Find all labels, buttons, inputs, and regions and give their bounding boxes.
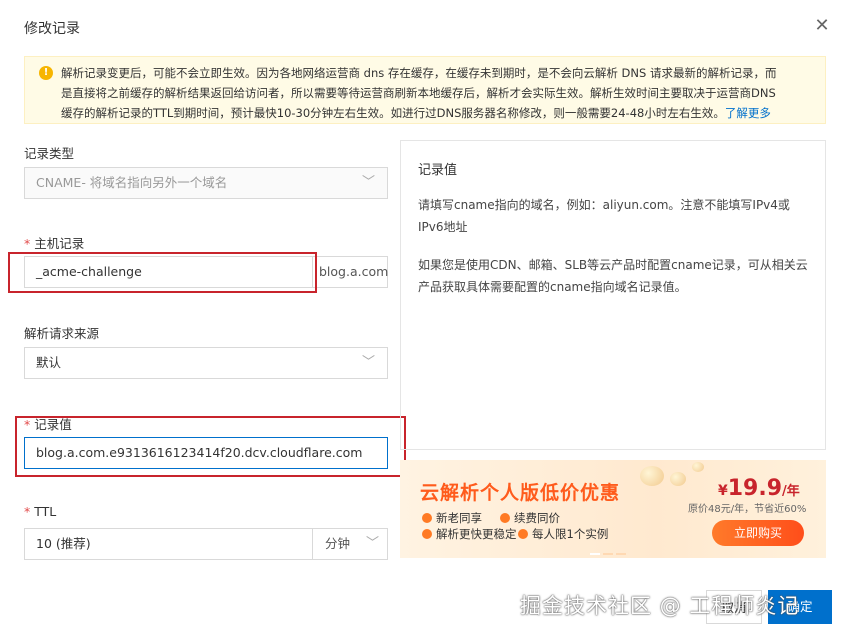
source-value: 默认 — [36, 355, 62, 370]
buy-now-button[interactable]: 立即购买 — [712, 520, 804, 546]
notice-line-2: 是直接将之前缓存的解析结果返回给访问者，所以需要等待运营商刷新本地缓存后，解析才… — [61, 86, 776, 100]
record-type-value: CNAME- 将域名指向另外一个域名 — [36, 175, 228, 190]
required-mark: * — [24, 236, 31, 251]
notice-line-1: 解析记录变更后，可能不会立即生效。因为各地网络运营商 dns 存在缓存，在缓存未… — [61, 66, 777, 80]
dialog-title: 修改记录 — [24, 21, 80, 37]
ttl-value: 10 (推荐) — [36, 536, 91, 551]
promo-feature: 每人限1个实例 — [518, 526, 608, 542]
carousel-dots[interactable] — [590, 544, 626, 558]
check-icon — [422, 513, 432, 523]
source-label: 解析请求来源 — [24, 326, 100, 341]
help-paragraph-2: 如果您是使用CDN、邮箱、SLB等云产品时配置cname记录，可从相关云产品获取… — [418, 258, 808, 294]
watermark: 掘金技术社区 @ 工程师炎记 — [520, 594, 800, 618]
source-select[interactable]: 默认 ﹀ — [24, 347, 388, 379]
help-panel: 记录值 请填写cname指向的域名，例如：aliyun.com。注意不能填写IP… — [400, 140, 826, 450]
check-icon — [500, 513, 510, 523]
highlight-box-host — [8, 252, 317, 293]
record-type-select[interactable]: CNAME- 将域名指向另外一个域名 ﹀ — [24, 167, 388, 199]
notice-banner: ! 解析记录变更后，可能不会立即生效。因为各地网络运营商 dns 存在缓存，在缓… — [24, 56, 826, 124]
promo-title: 云解析个人版低价优惠 — [420, 482, 621, 504]
check-icon — [518, 529, 528, 539]
promo-feature: 解析更快更稳定 — [422, 526, 517, 542]
help-title: 记录值 — [418, 163, 458, 178]
coin-decoration — [670, 472, 686, 486]
ttl-select[interactable]: 10 (推荐) — [24, 528, 314, 560]
learn-more-link[interactable]: 了解更多 — [725, 106, 771, 120]
record-type-label: 记录类型 — [24, 146, 75, 161]
chevron-down-icon: ﹀ — [365, 536, 379, 551]
ttl-unit-value: 分钟 — [325, 536, 351, 551]
chevron-down-icon: ﹀ — [361, 175, 375, 190]
promo-feature: 续费同价 — [500, 510, 560, 526]
chevron-down-icon: ﹀ — [361, 355, 375, 370]
promo-banner[interactable]: 云解析个人版低价优惠 新老同享 续费同价 解析更快更稳定 每人限1个实例 ¥19… — [400, 460, 826, 558]
help-paragraph-1: 请填写cname指向的域名，例如：aliyun.com。注意不能填写IPv4或I… — [418, 198, 790, 234]
notice-line-3: 缓存的解析记录的TTL到期时间，预计最快10-30分钟左右生效。如进行过DNS服… — [61, 106, 771, 120]
close-icon[interactable]: ✕ — [814, 17, 830, 35]
warning-icon: ! — [39, 66, 53, 80]
ttl-unit-select[interactable]: 分钟 ﹀ — [312, 528, 388, 560]
check-icon — [422, 529, 432, 539]
required-mark: * — [24, 504, 31, 519]
ttl-label: * TTL — [24, 504, 57, 519]
coin-decoration — [640, 466, 664, 486]
promo-feature: 新老同享 — [422, 510, 482, 526]
host-domain-suffix: blog.a.com — [312, 256, 388, 288]
coin-decoration — [692, 462, 704, 472]
highlight-box-value — [15, 416, 406, 477]
host-record-label: * 主机记录 — [24, 236, 85, 251]
promo-price: ¥19.9/年 — [718, 476, 800, 501]
promo-original-price: 原价48元/年，节省近60% — [688, 504, 807, 515]
